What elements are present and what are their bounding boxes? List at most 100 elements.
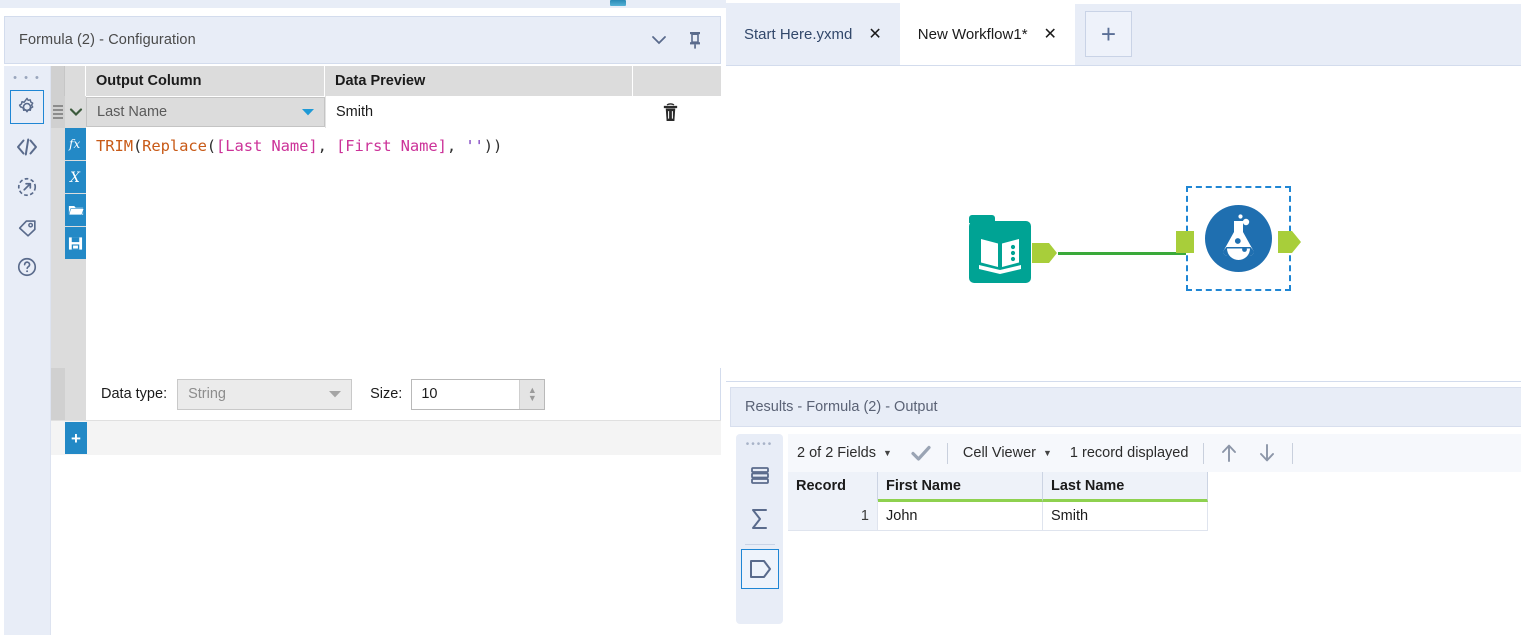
- size-input[interactable]: 10 ▲ ▼: [411, 379, 545, 410]
- fields-label: 2 of 2 Fields: [797, 445, 876, 461]
- chevron-down-icon: [68, 104, 84, 120]
- data-type-value: String: [188, 386, 226, 402]
- output-column-value: Last Name: [97, 104, 167, 120]
- svg-text:X: X: [69, 170, 81, 185]
- formula-token: ,: [447, 137, 465, 155]
- variable-x-icon[interactable]: X: [65, 161, 86, 193]
- chevron-down-icon: [301, 107, 315, 117]
- sidebar-item-configuration[interactable]: [10, 90, 44, 124]
- text-input-node[interactable]: [969, 221, 1031, 283]
- tab-label: New Workflow1*: [918, 26, 1028, 43]
- stepper-down-icon[interactable]: ▼: [528, 394, 537, 402]
- results-data-grid[interactable]: Record First Name Last Name 1 John Smith: [788, 472, 1521, 612]
- row-collapse-toggle[interactable]: [65, 96, 86, 128]
- scroll-up-button[interactable]: [1210, 442, 1248, 464]
- results-item-output-anchor[interactable]: [741, 549, 779, 589]
- close-icon[interactable]: ✕: [1044, 24, 1057, 44]
- results-title: Results - Formula (2) - Output: [745, 399, 938, 415]
- sidebar-item-run[interactable]: [10, 170, 44, 204]
- apply-check-button[interactable]: [901, 443, 941, 463]
- formula-token: [First Name]: [336, 137, 447, 155]
- column-header-last-name[interactable]: Last Name: [1043, 472, 1208, 502]
- row-drag-handle[interactable]: [51, 96, 65, 128]
- data-type-select[interactable]: String: [177, 379, 352, 410]
- column-header-data-preview: Data Preview: [325, 66, 633, 96]
- checkmark-icon: [910, 443, 932, 463]
- help-question-icon: [16, 256, 38, 278]
- arrow-up-icon: [1219, 442, 1239, 464]
- dtype-handle-spacer: [51, 368, 65, 420]
- column-header-first-name[interactable]: First Name: [878, 472, 1043, 502]
- results-panel-header: Results - Formula (2) - Output: [730, 387, 1521, 427]
- formula-token: (: [207, 137, 216, 155]
- output-anchor[interactable]: [1032, 243, 1049, 263]
- size-stepper[interactable]: ▲ ▼: [519, 380, 544, 409]
- size-value: 10: [421, 386, 437, 402]
- sigma-summary-icon: [747, 506, 773, 532]
- close-icon[interactable]: ✕: [868, 24, 881, 44]
- output-anchor[interactable]: [1278, 231, 1292, 253]
- fx-icon[interactable]: fx: [65, 128, 86, 160]
- sidebar-item-code[interactable]: [10, 130, 44, 164]
- output-column-dropdown[interactable]: Last Name: [86, 97, 325, 127]
- alteryx-designer-window: Formula (2) - Configuration • • •: [0, 0, 1521, 635]
- table-row[interactable]: 1 John Smith: [788, 502, 1521, 531]
- cell-record: 1: [788, 502, 878, 531]
- input-anchor[interactable]: [1176, 231, 1194, 253]
- formula-expression[interactable]: TRIM(Replace([Last Name], [First Name], …: [86, 128, 721, 368]
- tab-start-here[interactable]: Start Here.yxmd ✕: [726, 3, 900, 65]
- chevron-down-icon: ▼: [883, 448, 892, 458]
- scroll-down-button[interactable]: [1248, 442, 1286, 464]
- drag-grip-icon: [53, 103, 63, 121]
- delete-row-button[interactable]: [633, 96, 720, 128]
- save-disk-icon[interactable]: [65, 227, 86, 259]
- rail-grip-dots[interactable]: •••••: [746, 439, 774, 451]
- results-icon-rail: •••••: [736, 434, 783, 624]
- add-row-button[interactable]: +: [65, 422, 87, 454]
- add-formula-row: +: [51, 420, 721, 455]
- configuration-panel-header: Formula (2) - Configuration: [4, 16, 721, 64]
- cell-first-name[interactable]: John: [878, 502, 1043, 531]
- run-arrow-icon: [16, 176, 38, 198]
- results-panel: Results - Formula (2) - Output •••••: [726, 381, 1521, 635]
- formula-token: )): [484, 137, 502, 155]
- record-count-label: 1 record displayed: [1061, 445, 1198, 461]
- column-header-actions: [633, 66, 720, 96]
- fields-selector[interactable]: 2 of 2 Fields ▼: [788, 445, 901, 461]
- arrow-down-icon: [1257, 442, 1277, 464]
- formula-token: '': [465, 137, 483, 155]
- viewer-label: Cell Viewer: [963, 445, 1036, 461]
- rail-grip-dots[interactable]: • • •: [13, 72, 41, 84]
- results-item-table[interactable]: [741, 455, 779, 495]
- sidebar-item-help[interactable]: [10, 250, 44, 284]
- connection-wire[interactable]: [1058, 252, 1192, 255]
- rail-divider: [745, 544, 775, 545]
- formula-node[interactable]: [1186, 186, 1291, 291]
- column-header-output-column: Output Column: [86, 66, 325, 96]
- chevron-down-icon[interactable]: [650, 31, 668, 49]
- trash-icon: [661, 102, 680, 123]
- gear-icon: [16, 96, 38, 118]
- data-preview-value: Smith: [325, 96, 633, 128]
- column-header-record[interactable]: Record: [788, 472, 878, 502]
- pin-icon[interactable]: [686, 30, 704, 50]
- configuration-icon-rail: • • •: [4, 66, 51, 635]
- viewer-selector[interactable]: Cell Viewer ▼: [954, 445, 1061, 461]
- sidebar-item-annotation[interactable]: [10, 210, 44, 244]
- chevron-down-icon: [328, 389, 342, 399]
- table-list-icon: [748, 463, 772, 487]
- new-tab-button[interactable]: +: [1085, 11, 1132, 57]
- results-toolbar: 2 of 2 Fields ▼ Cell Viewer ▼ 1 record d…: [788, 434, 1521, 472]
- grid-header-row: Output Column Data Preview: [51, 66, 721, 96]
- book-icon: [969, 221, 1031, 283]
- cell-last-name[interactable]: Smith: [1043, 502, 1208, 531]
- workflow-canvas[interactable]: [726, 66, 1521, 381]
- formula-editor-area: fx X: [51, 128, 721, 368]
- open-folder-icon[interactable]: [65, 194, 86, 226]
- grid-header-handle-spacer: [51, 66, 65, 96]
- tab-new-workflow1[interactable]: New Workflow1* ✕: [900, 3, 1075, 65]
- formula-token: [Last Name]: [216, 137, 318, 155]
- data-grid-header: Record First Name Last Name: [788, 472, 1521, 502]
- results-item-summary[interactable]: [741, 499, 779, 539]
- code-brackets-icon: [15, 136, 39, 158]
